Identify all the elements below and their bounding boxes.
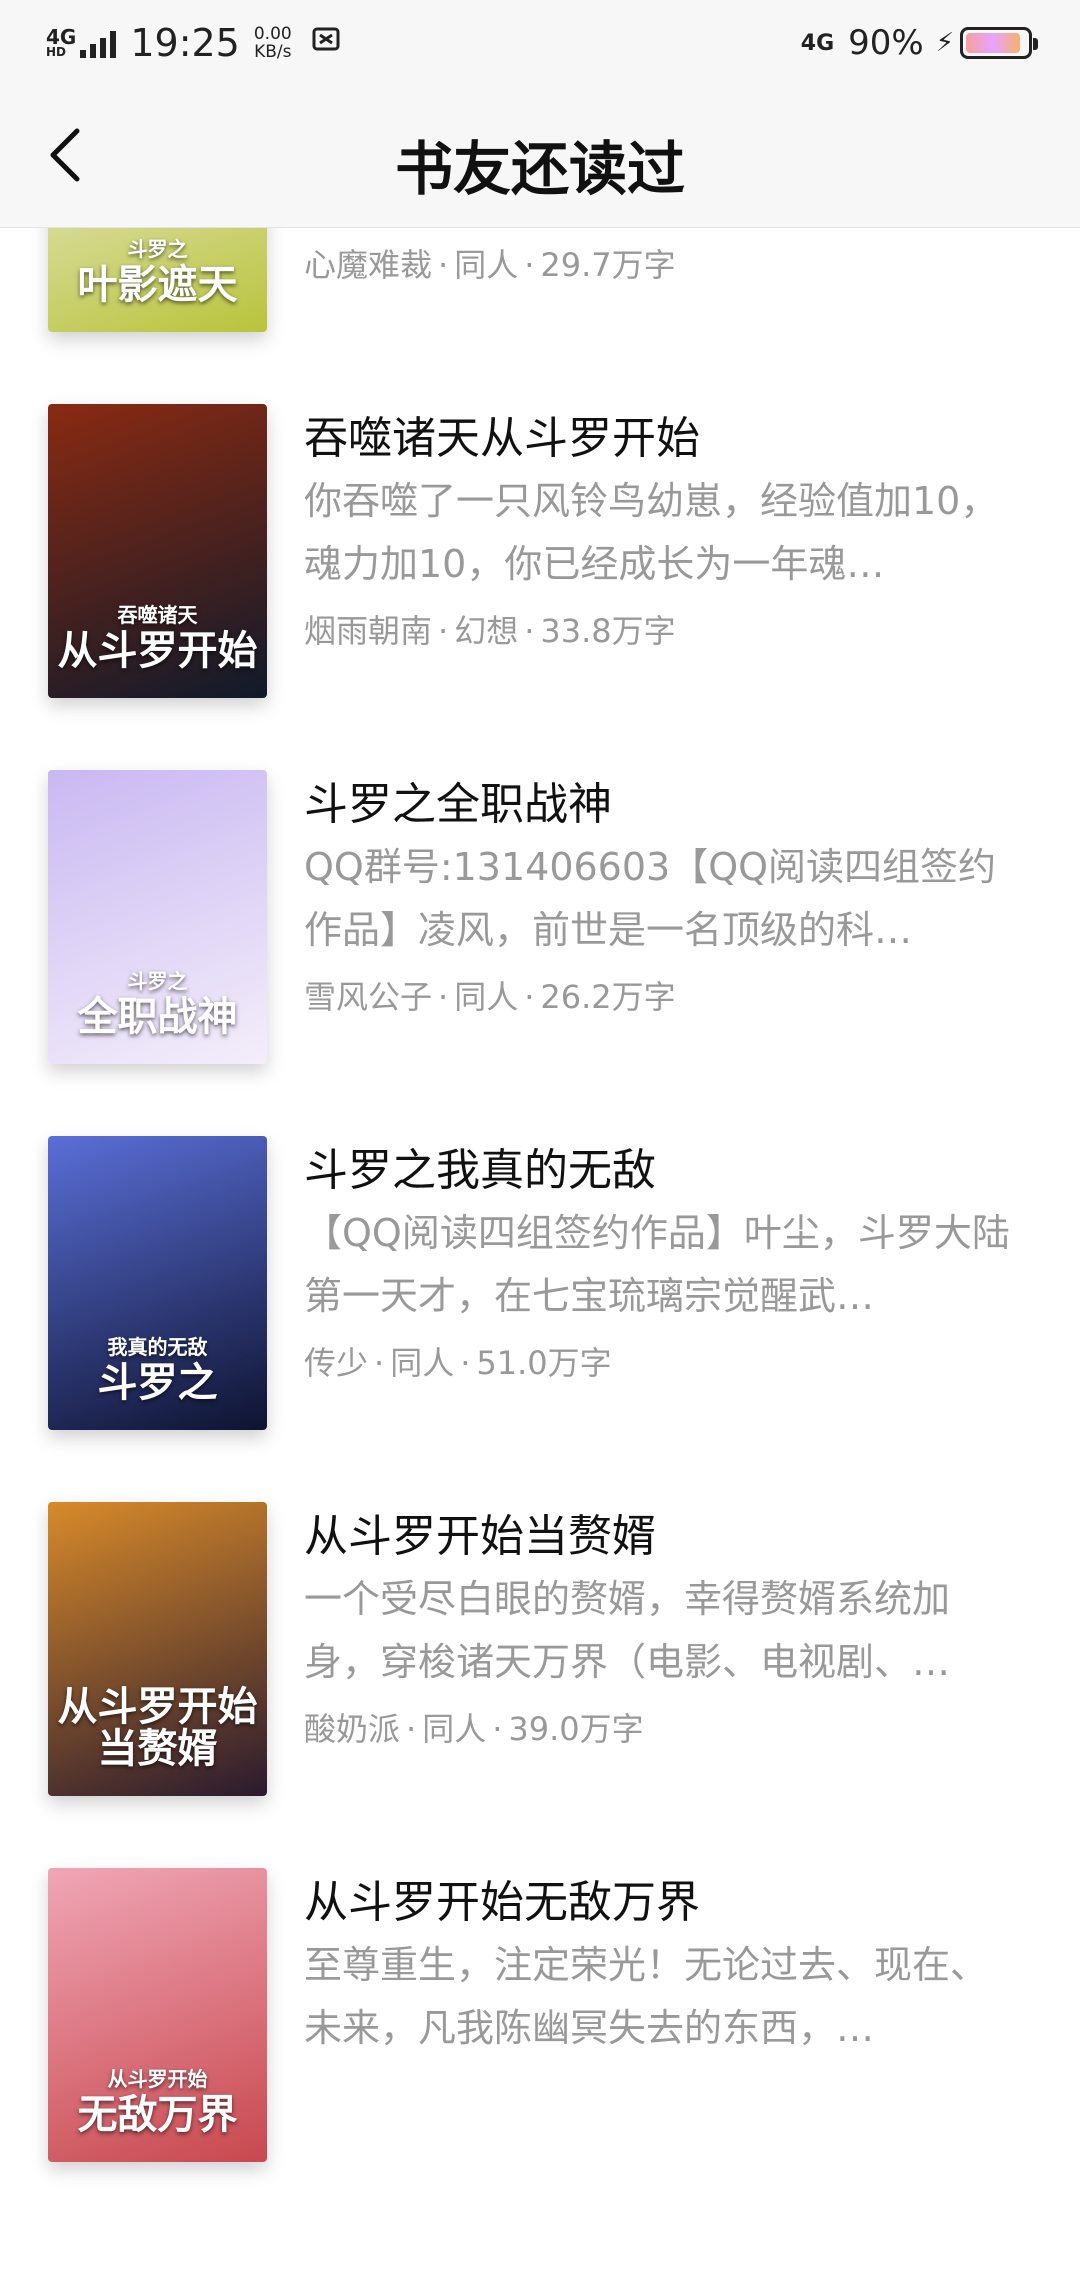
book-list-item[interactable]: 吞噬诸天 从斗罗开始 吞噬诸天从斗罗开始 你吞噬了一只风铃鸟幼崽，经验值加10，魂力加… — [0, 356, 1080, 722]
meta-separator: · — [438, 246, 449, 284]
battery-level — [966, 33, 1020, 53]
meta-separator: · — [524, 246, 535, 284]
app-header: 书友还读过 — [0, 84, 1080, 228]
book-list-item[interactable]: 从斗罗开始当赘婿 从斗罗开始当赘婿 一个受尽白眼的赘婿，幸得赘婿系统加身，穿梭诸天万… — [0, 1454, 1080, 1820]
book-word-count: 39.0万字 — [508, 1710, 644, 1748]
book-title: 斗罗之全职战神 — [304, 779, 612, 830]
book-description: 一个受尽白眼的赘婿，幸得赘婿系统加身，穿梭诸天万界（电影、电视剧、… — [304, 1577, 951, 1684]
book-cover-subtitle: 斗罗之 — [127, 237, 188, 261]
book-description: 【QQ阅读四组签约作品】叶尘，斗罗大陆第一天才，在七宝琉璃宗觉醒武… — [304, 1211, 1010, 1318]
book-cover-title: 斗罗之 叶影遮天 — [48, 239, 267, 306]
book-meta: 烟雨朝南 · 幻想 · 33.8万字 — [304, 606, 676, 652]
network-label: 4G — [46, 25, 77, 49]
battery-icon — [960, 27, 1038, 59]
book-description: “听说了吗？月关哥哥主演的新电视剧《庆余年》十二月三十一号上映… — [304, 228, 1024, 230]
book-title: 斗罗之我真的无敌 — [304, 1145, 656, 1196]
status-left: 4G HD 19:25 0.00 KB/s — [46, 18, 342, 68]
book-author: 雪风公子 — [304, 978, 433, 1016]
status-time: 19:25 — [130, 21, 240, 65]
book-cover-subtitle: 吞噬诸天 — [117, 603, 198, 627]
book-cover-title: 吞噬诸天 从斗罗开始 — [48, 605, 267, 672]
charging-icon: ⚡ — [935, 28, 954, 58]
book-list-item[interactable]: 斗罗之 全职战神 斗罗之全职战神 QQ群号:131406603【QQ阅读四组签约作品】… — [0, 722, 1080, 1088]
signal-icon — [80, 28, 117, 58]
screenshot-icon — [310, 23, 342, 63]
book-cover-main-text: 无敌万界 — [77, 2091, 238, 2138]
network-speed: 0.00 KB/s — [254, 25, 292, 61]
network-type-right: 4G — [800, 30, 835, 56]
meta-separator: · — [524, 978, 535, 1016]
book-list-container[interactable]: 斗罗之叶影遮天斗罗之叶影遮天“听说了吗？月关哥哥主演的新电视剧《庆余年》十二月三… — [0, 228, 1080, 2280]
book-list-item[interactable]: 从斗罗开始 无敌万界 从斗罗开始无敌万界 至尊重生，注定荣光！无论过去、现在、未来，凡… — [0, 1820, 1080, 2186]
book-meta: 雪风公子 · 同人 · 26.2万字 — [304, 972, 676, 1018]
meta-separator: · — [406, 1710, 417, 1748]
book-category: 同人 — [454, 246, 519, 284]
battery-percent: 90% — [848, 23, 924, 63]
book-meta: 酸奶派 · 同人 · 39.0万字 — [304, 1704, 644, 1750]
meta-separator: · — [438, 978, 449, 1016]
book-list-item[interactable]: 我真的无敌 斗罗之 斗罗之我真的无敌 【QQ阅读四组签约作品】叶尘，斗罗大陆第一天才，… — [0, 1088, 1080, 1454]
book-author: 烟雨朝南 — [304, 612, 433, 650]
book-description: QQ群号:131406603【QQ阅读四组签约作品】凌风，前世是一名顶级的科… — [304, 845, 997, 952]
book-description: 至尊重生，注定荣光！无论过去、现在、未来，凡我陈幽冥失去的东西，… — [304, 1943, 989, 2050]
meta-separator: · — [524, 612, 535, 650]
book-category: 幻想 — [454, 612, 519, 650]
network-type-left: 4G HD — [46, 25, 77, 58]
book-cover-subtitle: 从斗罗开始 — [107, 2067, 208, 2091]
book-word-count: 51.0万字 — [476, 1344, 612, 1382]
meta-separator: · — [374, 1344, 385, 1382]
meta-separator: · — [438, 612, 449, 650]
book-word-count: 29.7万字 — [540, 246, 676, 284]
book-author: 传少 — [304, 1344, 369, 1382]
book-category: 同人 — [454, 978, 519, 1016]
book-cover-subtitle: 斗罗之 — [127, 969, 188, 993]
book-cover-main-text: 叶影遮天 — [77, 261, 238, 308]
book-meta: 传少 · 同人 · 51.0万字 — [304, 1338, 612, 1384]
book-cover-image: 斗罗之 全职战神 — [48, 770, 267, 1064]
book-category: 同人 — [422, 1710, 487, 1748]
book-cover-main-text: 斗罗之 — [97, 1359, 218, 1406]
book-cover-main-text: 从斗罗开始当赘婿 — [57, 1683, 258, 1772]
book-cover-image: 我真的无敌 斗罗之 — [48, 1136, 267, 1430]
book-cover-title: 从斗罗开始当赘婿 — [48, 1682, 267, 1770]
book-title: 吞噬诸天从斗罗开始 — [304, 413, 700, 464]
book-cover-image: 从斗罗开始 无敌万界 — [48, 1868, 267, 2162]
book-title: 从斗罗开始无敌万界 — [304, 1877, 700, 1928]
book-description: 你吞噬了一只风铃鸟幼崽，经验值加10，魂力加10，你已经成长为一年魂… — [304, 479, 999, 586]
book-list: 斗罗之叶影遮天斗罗之叶影遮天“听说了吗？月关哥哥主演的新电视剧《庆余年》十二月三… — [0, 228, 1080, 2186]
book-author: 心魔难裁 — [304, 246, 433, 284]
page-title: 书友还读过 — [394, 135, 685, 203]
book-word-count: 26.2万字 — [540, 978, 676, 1016]
book-word-count: 33.8万字 — [540, 612, 676, 650]
meta-separator: · — [492, 1710, 503, 1748]
book-cover-title: 斗罗之 全职战神 — [48, 971, 267, 1038]
book-category: 同人 — [390, 1344, 455, 1382]
book-meta: 心魔难裁 · 同人 · 29.7万字 — [304, 240, 676, 286]
speed-unit: KB/s — [254, 42, 292, 62]
status-bar: 4G HD 19:25 0.00 KB/s 4G 90% ⚡ — [0, 0, 1080, 84]
book-cover-image: 从斗罗开始当赘婿 — [48, 1502, 267, 1796]
book-title: 从斗罗开始当赘婿 — [304, 1511, 656, 1562]
book-author: 酸奶派 — [304, 1710, 401, 1748]
book-list-item[interactable]: 斗罗之叶影遮天斗罗之叶影遮天 “听说了吗？月关哥哥主演的新电视剧《庆余年》十二月三… — [0, 228, 1080, 356]
book-cover-title: 从斗罗开始 无敌万界 — [48, 2069, 267, 2136]
book-cover-main-text: 从斗罗开始 — [57, 627, 258, 674]
book-cover-image: 斗罗之 叶影遮天 — [48, 228, 267, 332]
book-cover-subtitle: 我真的无敌 — [107, 1335, 208, 1359]
status-right: 4G 90% ⚡ — [800, 18, 1038, 68]
book-cover-title: 我真的无敌 斗罗之 — [48, 1337, 267, 1404]
meta-separator: · — [460, 1344, 471, 1382]
speed-value: 0.00 — [253, 24, 292, 44]
book-cover-image: 吞噬诸天 从斗罗开始 — [48, 404, 267, 698]
book-cover-main-text: 全职战神 — [77, 993, 238, 1040]
